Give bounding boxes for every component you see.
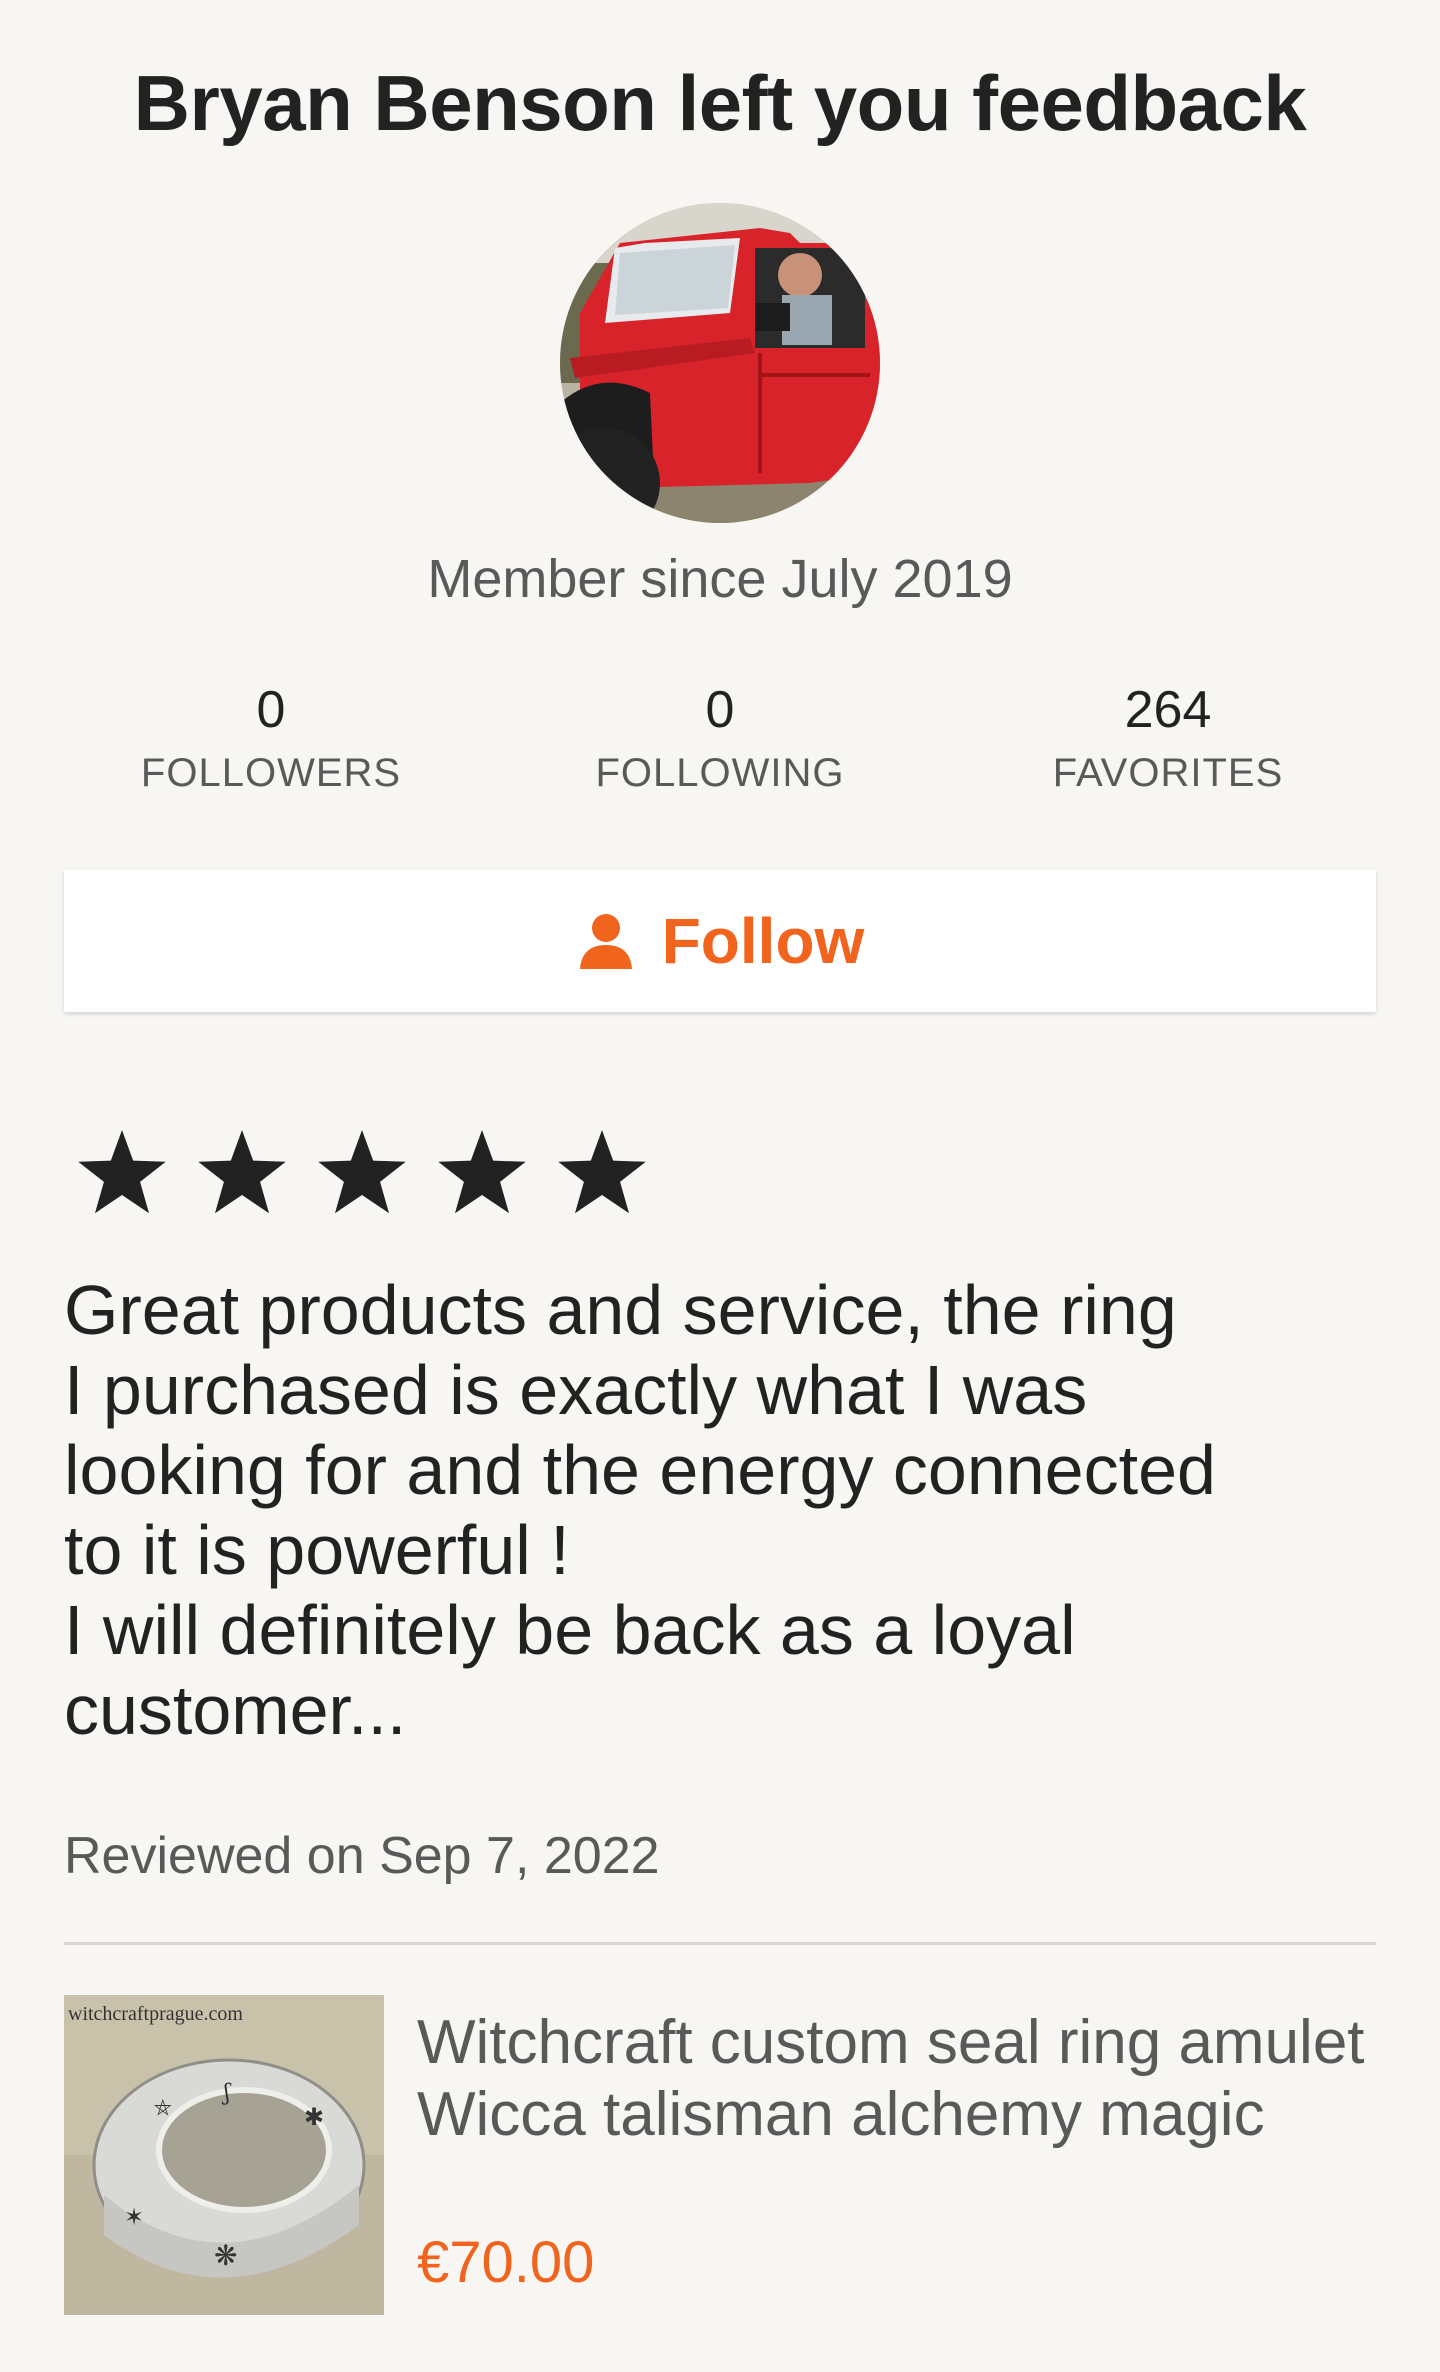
page-title: Bryan Benson left you feedback (133, 59, 1307, 147)
stat-label: FAVORITES (1052, 751, 1284, 795)
star-icon (558, 1130, 646, 1214)
stat-following[interactable]: 0 FOLLOWING (520, 675, 920, 801)
stat-label: FOLLOWING (595, 751, 845, 795)
avatar[interactable] (560, 203, 880, 523)
product-image-watermark: witchcraftprague.com (68, 2003, 243, 2025)
svg-text:✶: ✶ (124, 2203, 144, 2231)
stat-value: 0 (256, 681, 286, 739)
follow-button[interactable]: Follow (64, 870, 1376, 1012)
svg-text:✱: ✱ (304, 2103, 324, 2131)
star-icon (198, 1130, 286, 1214)
follow-label: Follow (661, 905, 865, 977)
person-icon (576, 911, 636, 971)
profile-stats: 0 FOLLOWERS 0 FOLLOWING 264 FAVORITES (0, 675, 1440, 805)
review-text: Great products and service, the ring I p… (64, 1271, 1216, 1749)
divider (64, 1942, 1376, 1945)
product-image[interactable]: ⛤ ʃ ✱ ✶ ❋ witchcraftprague.com (64, 1995, 384, 2315)
product-card[interactable]: ⛤ ʃ ✱ ✶ ❋ witchcraftprague.com Witchcraf… (64, 1995, 1376, 2315)
star-icon (438, 1130, 526, 1214)
stat-value: 0 (705, 681, 735, 739)
star-icon (78, 1130, 166, 1214)
stat-followers[interactable]: 0 FOLLOWERS (71, 675, 471, 801)
star-rating (72, 1118, 672, 1228)
stat-label: FOLLOWERS (140, 751, 402, 795)
product-price: €70.00 (417, 2230, 595, 2295)
stat-value: 264 (1124, 681, 1212, 739)
review-date: Reviewed on Sep 7, 2022 (64, 1827, 660, 1885)
star-icon (318, 1130, 406, 1214)
stat-favorites[interactable]: 264 FAVORITES (968, 675, 1368, 801)
svg-text:❋: ❋ (214, 2239, 237, 2272)
member-since: Member since July 2019 (427, 549, 1013, 609)
svg-text:⛤: ⛤ (154, 2096, 172, 2121)
avatar-image (560, 203, 880, 523)
product-title[interactable]: Witchcraft custom seal ring amulet Wicca… (417, 2007, 1387, 2151)
feedback-page: Bryan Benson left you feedback Member si… (0, 0, 1440, 2372)
